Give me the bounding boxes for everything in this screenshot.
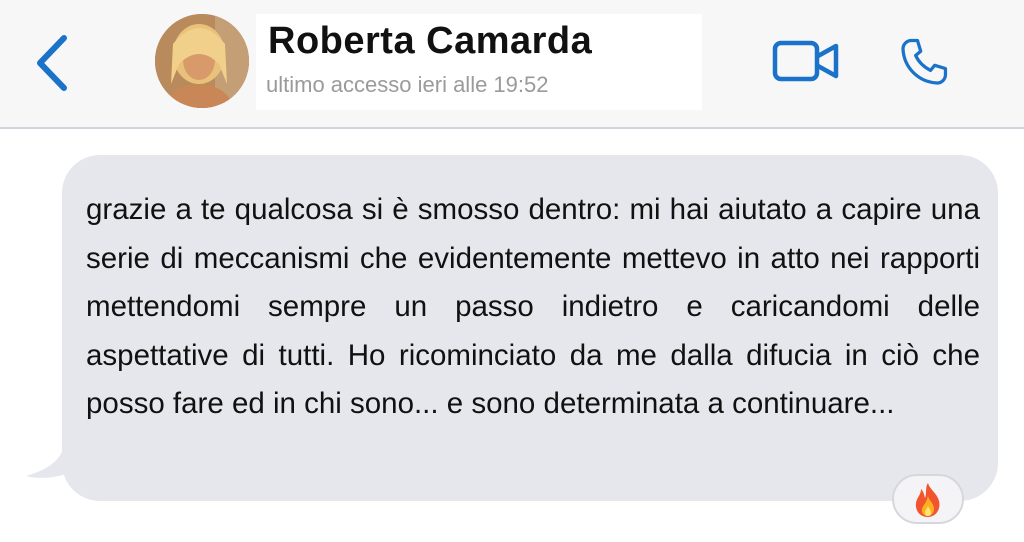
fire-icon (915, 483, 940, 517)
phone-icon (901, 38, 948, 85)
contact-name: Roberta Camarda (268, 20, 593, 62)
voice-call-button[interactable] (896, 34, 952, 90)
video-call-button[interactable] (772, 38, 840, 84)
message-text: grazie a te qualcosa si è smosso dentro:… (86, 193, 980, 420)
video-camera-icon (772, 40, 839, 82)
last-seen-status: ultimo accesso ieri alle 19:52 (266, 72, 549, 97)
chevron-left-icon (37, 35, 67, 91)
avatar[interactable] (155, 14, 249, 108)
contact-info[interactable]: Roberta Camarda ultimo accesso ieri alle… (256, 14, 702, 110)
reaction-badge[interactable] (892, 474, 964, 524)
back-button[interactable] (30, 30, 76, 96)
chat-header: Roberta Camarda ultimo accesso ieri alle… (0, 0, 1024, 129)
